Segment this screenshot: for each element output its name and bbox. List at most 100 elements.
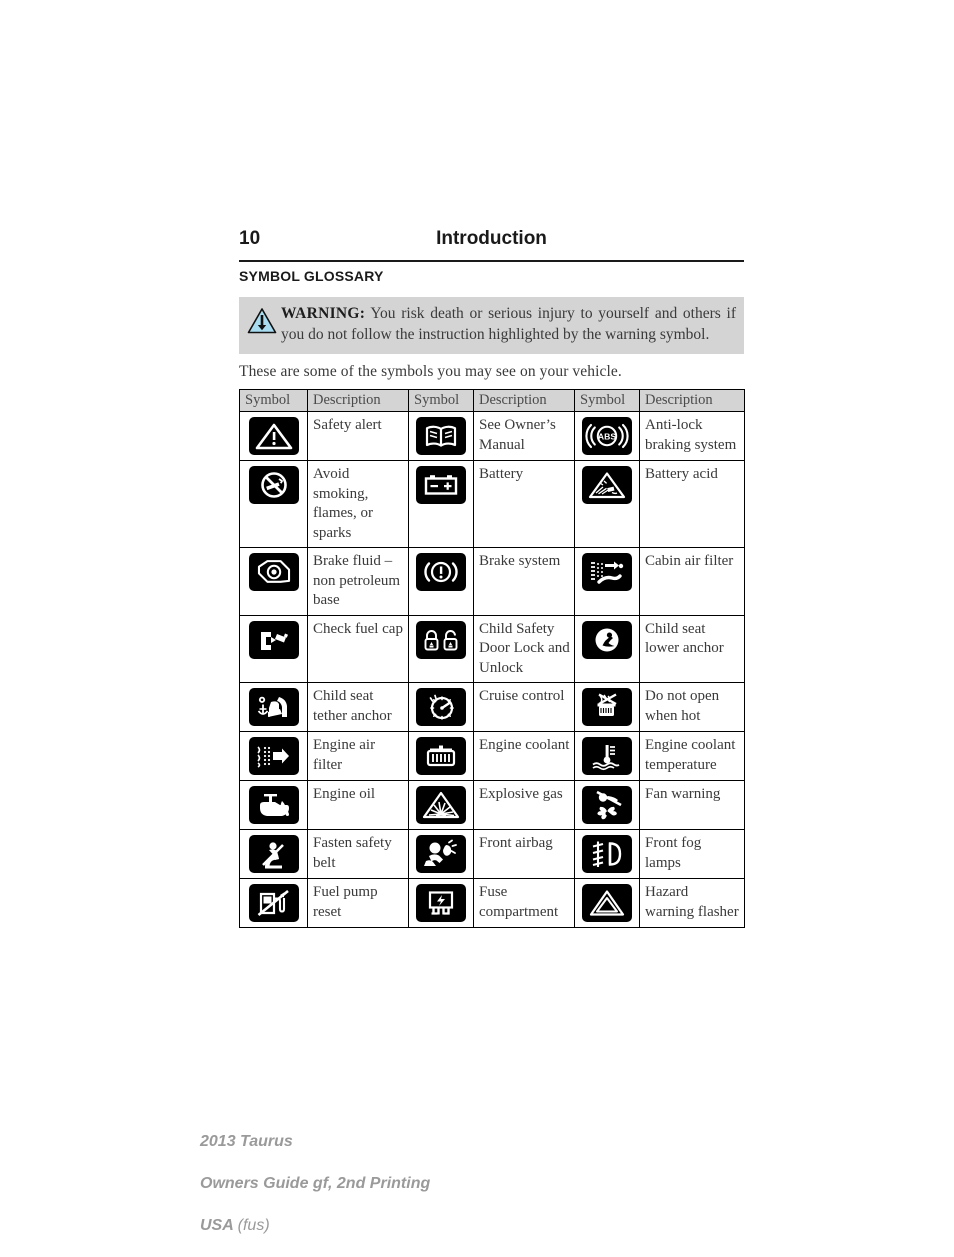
symbol-cell xyxy=(239,780,308,830)
description-cell: Cabin air filter xyxy=(639,547,745,616)
symbol-cell xyxy=(408,614,474,683)
symbol-cell xyxy=(239,614,308,683)
child-safety-door-lock-icon xyxy=(416,620,466,659)
symbol-cell xyxy=(239,411,308,461)
fuse-compartment-icon xyxy=(416,884,466,922)
description-cell: Hazard warning flasher xyxy=(639,878,745,928)
description-cell: Anti-lock braking system xyxy=(639,411,745,461)
hazard-warning-flasher-icon xyxy=(582,884,632,922)
description-cell: Child seat tether anchor xyxy=(307,682,409,732)
battery-acid-icon xyxy=(582,466,632,504)
description-cell: Explosive gas xyxy=(473,780,575,830)
column-header-symbol-1: Symbol xyxy=(239,389,308,412)
symbol-cell xyxy=(574,547,640,616)
description-cell: Engine air filter xyxy=(307,731,409,781)
footer-line-1: 2013 Taurus xyxy=(200,1133,293,1150)
description-cell: Engine oil xyxy=(307,780,409,830)
symbol-cell xyxy=(239,547,308,616)
svg-text:ABS: ABS xyxy=(598,431,616,441)
page-title: Introduction xyxy=(436,228,547,249)
description-cell: Fuse compartment xyxy=(473,878,575,928)
engine-oil-icon xyxy=(248,786,299,824)
symbol-glossary-table: Symbol Description Symbol Description Sy… xyxy=(239,389,745,928)
description-cell: Battery xyxy=(473,460,575,548)
symbol-cell xyxy=(408,411,474,461)
description-cell: Brake system xyxy=(473,547,575,616)
column-header-description-1: Description xyxy=(307,389,409,412)
intro-text: These are some of the symbols you may se… xyxy=(239,363,622,380)
table-row: Child seat tether anchor Cruise control Do… xyxy=(239,682,745,732)
column-header-symbol-2: Symbol xyxy=(408,389,474,412)
description-cell: Engine coolant temperature xyxy=(639,731,745,781)
do-not-open-when-hot-icon xyxy=(582,688,632,726)
warning-box: WARNING: You risk death or serious injur… xyxy=(239,297,744,354)
description-cell: Fuel pump reset xyxy=(307,878,409,928)
footer-line-2: Owners Guide gf, 2nd Printing xyxy=(200,1175,431,1192)
front-fog-lamps-icon xyxy=(582,835,632,873)
cabin-air-filter-icon xyxy=(582,553,632,591)
page-header: 10 Introduction xyxy=(239,228,744,262)
symbol-cell xyxy=(408,829,474,879)
symbol-cell xyxy=(239,460,308,548)
footer-market-code: (fus) xyxy=(237,1217,270,1234)
symbol-cell xyxy=(574,682,640,732)
description-cell: Battery acid xyxy=(639,460,745,548)
description-cell: Fan warning xyxy=(639,780,745,830)
cruise-control-icon xyxy=(416,688,466,726)
table-header-row: Symbol Description Symbol Description Sy… xyxy=(239,389,745,412)
no-smoking-icon xyxy=(248,466,299,504)
symbol-cell xyxy=(408,878,474,928)
description-cell: Child seat lower anchor xyxy=(639,614,745,683)
column-header-symbol-3: Symbol xyxy=(574,389,640,412)
symbol-cell xyxy=(574,614,640,683)
description-cell: Front fog lamps xyxy=(639,829,745,879)
symbol-cell xyxy=(574,780,640,830)
owners-manual-icon xyxy=(416,417,466,455)
section-heading: SYMBOL GLOSSARY xyxy=(239,268,384,284)
check-fuel-cap-icon xyxy=(248,620,299,659)
description-cell: Do not open when hot xyxy=(639,682,745,732)
table-row: Engine air filter Engine coolant Engine co… xyxy=(239,731,745,781)
symbol-cell xyxy=(574,829,640,879)
table-row: Engine oil Explosive gas Fan warning xyxy=(239,780,745,830)
symbol-cell xyxy=(408,780,474,830)
engine-coolant-temperature-icon xyxy=(582,737,632,775)
table-row: Avoid smoking, flames, or sparks Battery B… xyxy=(239,460,745,548)
table-row: Check fuel cap Child Safety Door Lock and… xyxy=(239,614,745,683)
brake-system-icon xyxy=(416,553,466,591)
warning-label: WARNING: xyxy=(281,305,366,322)
table-row: Brake fluid – non petroleum base Brake sy… xyxy=(239,547,745,616)
engine-coolant-icon xyxy=(416,737,466,775)
child-seat-lower-anchor-icon xyxy=(582,620,632,659)
description-cell: Cruise control xyxy=(473,682,575,732)
warning-triangle-icon xyxy=(247,308,277,334)
table-row: Fuel pump reset Fuse compartment Hazard wa… xyxy=(239,878,745,928)
footer-country: USA xyxy=(200,1217,234,1234)
fasten-safety-belt-icon xyxy=(248,835,299,873)
front-airbag-icon xyxy=(416,835,466,873)
column-header-description-2: Description xyxy=(473,389,575,412)
description-cell: Child Safety Door Lock and Unlock xyxy=(473,614,575,683)
fan-warning-icon xyxy=(582,786,632,824)
anti-lock-braking-icon: ABS xyxy=(582,417,632,455)
symbol-cell xyxy=(574,460,640,548)
description-cell: Check fuel cap xyxy=(307,614,409,683)
description-cell: Front airbag xyxy=(473,829,575,879)
symbol-cell xyxy=(408,682,474,732)
description-cell: See Owner’s Manual xyxy=(473,411,575,461)
child-seat-tether-anchor-icon xyxy=(248,688,299,726)
symbol-cell: ABS xyxy=(574,411,640,461)
symbol-cell xyxy=(408,460,474,548)
fuel-pump-reset-icon xyxy=(248,884,299,922)
symbol-cell xyxy=(239,878,308,928)
symbol-cell xyxy=(239,829,308,879)
symbol-cell xyxy=(574,731,640,781)
safety-alert-icon xyxy=(248,417,299,455)
battery-icon xyxy=(416,466,466,504)
symbol-cell xyxy=(408,731,474,781)
symbol-cell xyxy=(239,682,308,732)
document-page: 10 Introduction SYMBOL GLOSSARY WARNING:… xyxy=(0,0,954,1235)
description-cell: Avoid smoking, flames, or sparks xyxy=(307,460,409,548)
explosive-gas-icon xyxy=(416,786,466,824)
column-header-description-3: Description xyxy=(639,389,745,412)
